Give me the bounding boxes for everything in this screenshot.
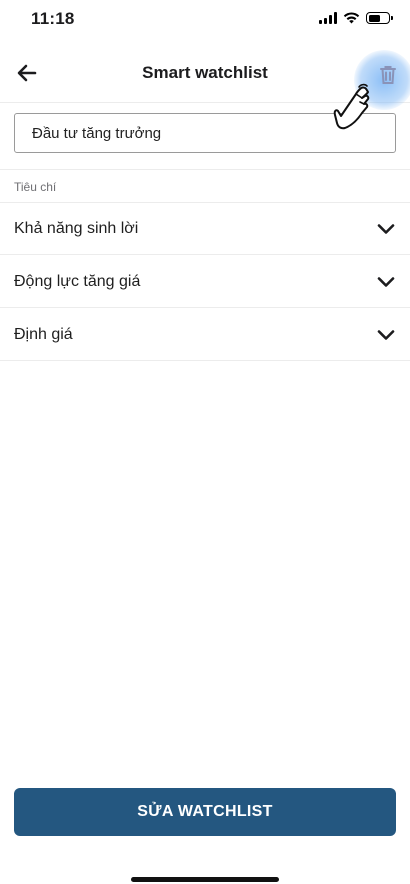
chevron-down-icon xyxy=(377,277,395,287)
criteria-row-valuation[interactable]: Định giá xyxy=(0,309,410,361)
cellular-signal-icon xyxy=(319,12,337,24)
criteria-row-profitability[interactable]: Khả năng sinh lời xyxy=(0,203,410,255)
divider xyxy=(0,169,410,170)
battery-icon xyxy=(366,12,393,24)
trash-icon[interactable] xyxy=(373,60,403,90)
status-bar: 11:18 xyxy=(0,0,410,40)
criteria-label: Khả năng sinh lời xyxy=(14,220,139,237)
chevron-down-icon xyxy=(377,330,395,340)
status-time: 11:18 xyxy=(31,9,75,28)
wifi-icon xyxy=(343,12,360,24)
chevron-down-icon xyxy=(377,224,395,234)
page-title: Smart watchlist xyxy=(142,63,268,82)
edit-watchlist-button[interactable]: SỬA WATCHLIST xyxy=(14,788,396,836)
criteria-label: Động lực tăng giá xyxy=(14,273,141,290)
home-indicator xyxy=(131,877,279,882)
status-icons xyxy=(319,12,393,24)
criteria-label: Định giá xyxy=(14,326,73,343)
tap-hand-icon xyxy=(333,83,370,130)
criteria-row-price-momentum[interactable]: Động lực tăng giá xyxy=(0,256,410,308)
battery-level xyxy=(368,14,381,22)
criteria-section-label: Tiêu chí xyxy=(14,180,57,194)
